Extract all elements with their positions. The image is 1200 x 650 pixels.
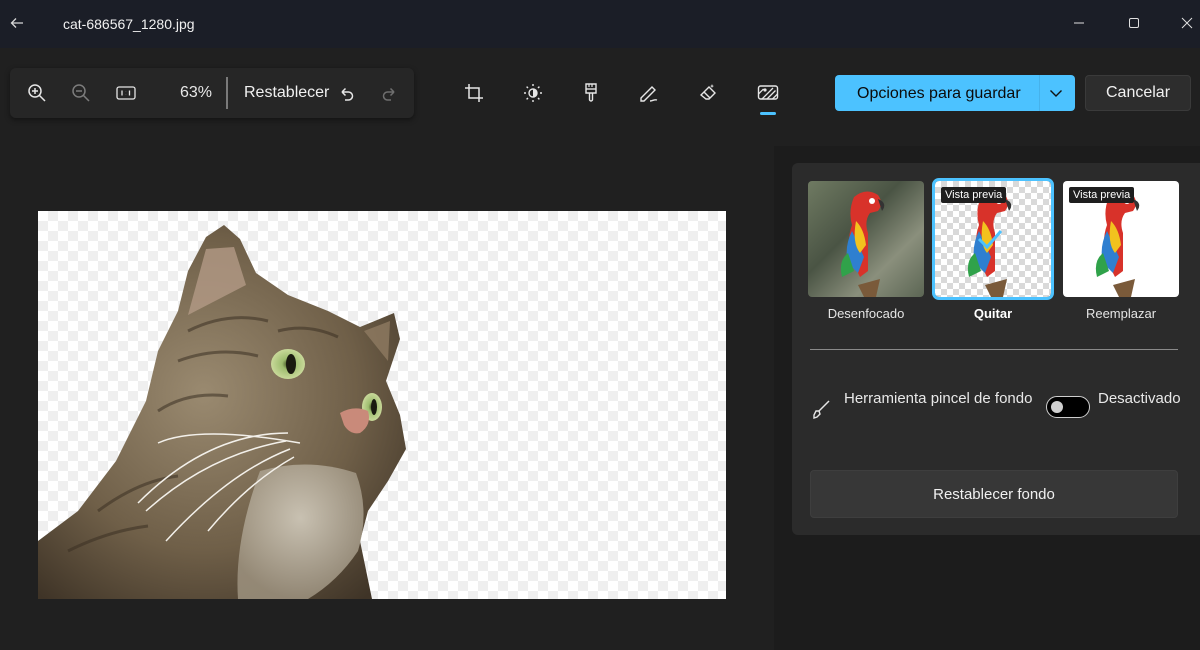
parrot-image [840,191,885,297]
close-button[interactable] [1172,8,1200,38]
window-title: cat-686567_1280.jpg [63,16,195,32]
toolbar-divider [226,77,228,109]
markup-tool[interactable] [634,78,664,108]
close-icon [1181,17,1193,29]
preview-badge: Vista previa [941,187,1007,203]
redo-button[interactable] [378,78,402,108]
option-remove[interactable]: Vista previa [932,178,1054,300]
crop-icon [465,84,483,102]
zoom-level[interactable]: 63% [180,84,212,102]
toggle-state-label: Desactivado [1098,390,1181,407]
markup-pen-icon [640,86,658,102]
save-options-label: Opciones para guardar [857,85,1021,102]
image-canvas[interactable] [38,211,726,599]
minimize-button[interactable] [1064,8,1094,38]
brush-icon [813,400,830,419]
background-tool[interactable] [753,78,783,108]
redo-icon [382,87,395,101]
back-button[interactable] [4,8,30,38]
save-dropdown[interactable] [1047,84,1065,102]
panel-divider [810,349,1178,350]
zoom-in-button[interactable] [24,78,50,108]
brightness-icon [524,84,542,102]
undo-button[interactable] [334,78,358,108]
zoom-out-button[interactable] [68,78,94,108]
erase-tool[interactable] [693,78,723,108]
erase-icon [699,84,716,100]
background-icon [757,85,779,100]
save-options-button[interactable]: Opciones para guardar [835,75,1075,111]
crop-tool[interactable] [459,78,489,108]
zoom-toolbar: 63% Restablecer [10,68,414,118]
preview-badge: Vista previa [1069,187,1135,203]
zoom-in-icon [28,84,46,102]
title-bar: cat-686567_1280.jpg [0,0,1200,48]
maximize-button[interactable] [1119,8,1149,38]
brush-toggle[interactable] [1046,396,1090,418]
cat-image [38,225,406,599]
maximize-icon [1129,18,1139,28]
toggle-knob [1051,401,1063,413]
minimize-icon [1074,22,1084,24]
option-remove-label: Quitar [973,306,1013,321]
reset-button[interactable]: Restablecer [234,78,339,108]
adjust-tool[interactable] [518,78,548,108]
actual-size-icon [116,86,136,100]
filter-icon [585,83,597,102]
cancel-button[interactable]: Cancelar [1085,75,1191,111]
chevron-down-icon [1050,90,1062,97]
actual-size-button[interactable] [113,78,139,108]
option-blur-label: Desenfocado [827,306,905,321]
undo-icon [341,87,354,101]
brush-tool-label: Herramienta pincel de fondo [844,390,1033,407]
zoom-out-icon [72,84,90,102]
reset-background-button[interactable]: Restablecer fondo [810,470,1178,518]
option-replace[interactable]: Vista previa [1063,181,1179,297]
active-tool-indicator [760,112,776,115]
save-split-divider [1039,75,1040,111]
filter-tool[interactable] [576,78,606,108]
arrow-left-icon [10,18,23,28]
option-replace-label: Reemplazar [1085,306,1157,321]
option-blur[interactable] [808,181,924,297]
